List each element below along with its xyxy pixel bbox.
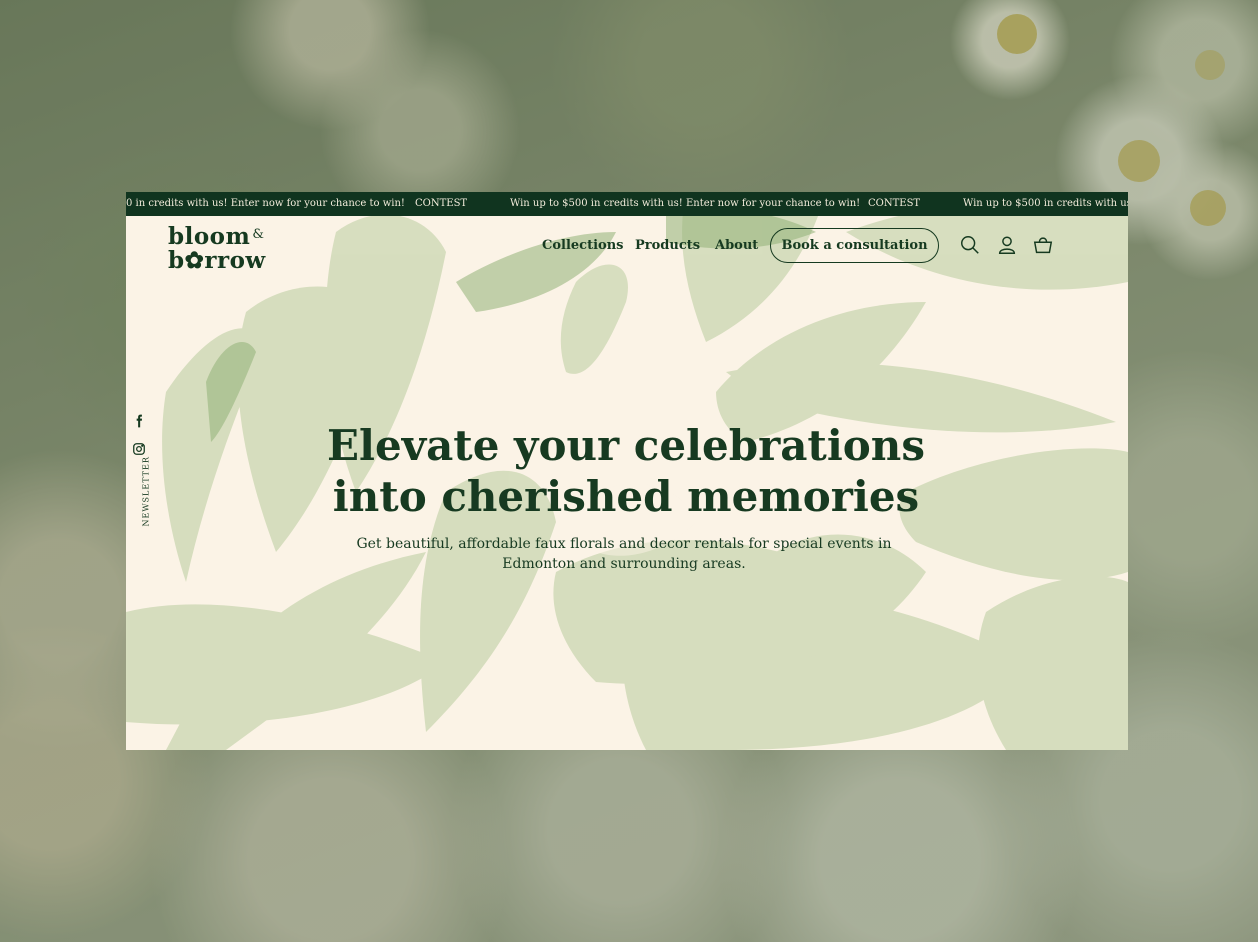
nav-about[interactable]: About [715,238,758,253]
announcement-ticker[interactable]: 0 in credits with us! Enter now for your… [126,192,1128,216]
ticker-message: Win up to $500 in credits with us! Enter… [510,198,861,209]
ticker-message: 0 in credits with us! Enter now for your… [126,198,405,209]
ticker-message: Win up to $500 in credits with us! Er [963,198,1128,209]
logo-ampersand: & [252,227,264,242]
book-consultation-button[interactable]: Book a consultation [770,228,939,263]
logo-word-borrow: b✿rrow [168,247,266,274]
hero-subtitle: Get beautiful, affordable faux florals a… [356,536,892,572]
shopping-bag-icon[interactable] [1032,234,1054,256]
newsletter-link[interactable]: NEWSLETTER [142,456,151,526]
user-icon[interactable] [996,234,1018,256]
nav-collections[interactable]: Collections [542,238,623,253]
search-icon[interactable] [959,234,981,256]
book-consultation-label: Book a consultation [781,238,928,253]
website-frame: 0 in credits with us! Enter now for your… [126,192,1128,750]
instagram-icon[interactable] [132,441,146,455]
nav-products[interactable]: Products [635,238,700,253]
site-header: bloom & b✿rrow Collections Products About… [126,216,1128,280]
ticker-contest-label: CONTEST [415,198,468,209]
hero-title: Elevate your celebrations into cherished… [327,421,925,521]
facebook-icon[interactable] [132,413,146,428]
ticker-contest-label: CONTEST [868,198,921,209]
brand-logo[interactable]: bloom & b✿rrow [168,224,266,272]
logo-word-bloom: bloom [168,223,251,250]
